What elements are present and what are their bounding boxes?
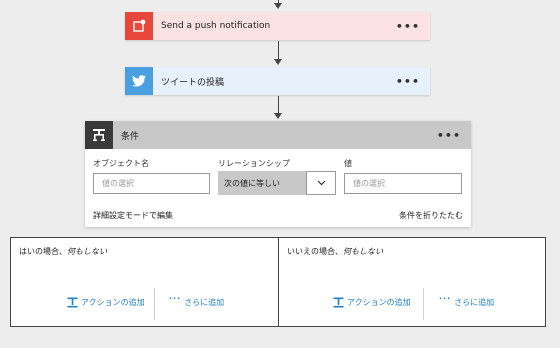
divider <box>423 288 424 320</box>
notification-icon <box>125 12 153 40</box>
value-label: 値 <box>344 159 352 168</box>
push-notification-step[interactable]: Send a push notification ••• <box>125 12 430 40</box>
chevron-down-icon[interactable] <box>306 171 336 195</box>
condition-card: 条件 ••• オブジェクト名 値の選択 リレーションシップ 次の値に等しい 値 … <box>85 121 471 227</box>
condition-header[interactable]: 条件 ••• <box>85 121 471 149</box>
twitter-bird-icon <box>125 67 153 95</box>
divider <box>154 288 155 320</box>
connector-line <box>278 41 279 61</box>
condition-title: 条件 <box>121 131 140 142</box>
step-title: ツイートの投稿 <box>161 77 225 88</box>
condition-icon <box>85 121 113 149</box>
no-branch: いいえの場合、何もしない アクションの追加 ··· さらに追加 <box>278 237 546 327</box>
relationship-value: 次の値に等しい <box>224 178 280 188</box>
add-action-icon <box>333 297 344 308</box>
object-name-label: オブジェクト名 <box>93 159 149 168</box>
relationship-label: リレーションシップ <box>218 159 290 168</box>
add-action-icon <box>67 297 78 308</box>
relationship-select[interactable]: 次の値に等しい <box>218 171 336 195</box>
add-action-label: アクションの追加 <box>81 298 145 307</box>
yes-branch-title: はいの場合、何もしない <box>19 247 107 256</box>
add-more-label: さらに追加 <box>184 298 225 307</box>
advanced-mode-link[interactable]: 詳細設定モードで編集 <box>93 210 173 221</box>
more-options-button[interactable]: ••• <box>396 20 420 33</box>
collapse-condition-link[interactable]: 条件を折りたたむ <box>399 210 463 221</box>
add-more-button[interactable]: ··· さらに追加 <box>439 294 495 308</box>
more-options-button[interactable]: ••• <box>437 129 461 142</box>
step-title: Send a push notification <box>161 21 271 31</box>
yes-branch: はいの場合、何もしない アクションの追加 ··· さらに追加 <box>10 237 279 327</box>
connector-arrow <box>274 113 282 119</box>
add-action-button[interactable]: アクションの追加 <box>67 297 145 308</box>
object-name-input[interactable]: 値の選択 <box>93 173 210 194</box>
add-more-label: さらに追加 <box>454 298 495 307</box>
add-action-label: アクションの追加 <box>347 298 411 307</box>
more-options-button[interactable]: ••• <box>396 75 420 88</box>
more-dots-icon: ··· <box>169 294 182 303</box>
more-dots-icon: ··· <box>439 294 452 303</box>
add-action-button[interactable]: アクションの追加 <box>333 297 411 308</box>
connector-line <box>278 96 279 114</box>
post-tweet-step[interactable]: ツイートの投稿 ••• <box>125 67 430 95</box>
value-input[interactable]: 値の選択 <box>344 173 462 194</box>
add-more-button[interactable]: ··· さらに追加 <box>169 294 225 308</box>
connector-arrow <box>274 59 282 65</box>
connector-arrow <box>274 3 282 9</box>
no-branch-title: いいえの場合、何もしない <box>287 247 383 256</box>
